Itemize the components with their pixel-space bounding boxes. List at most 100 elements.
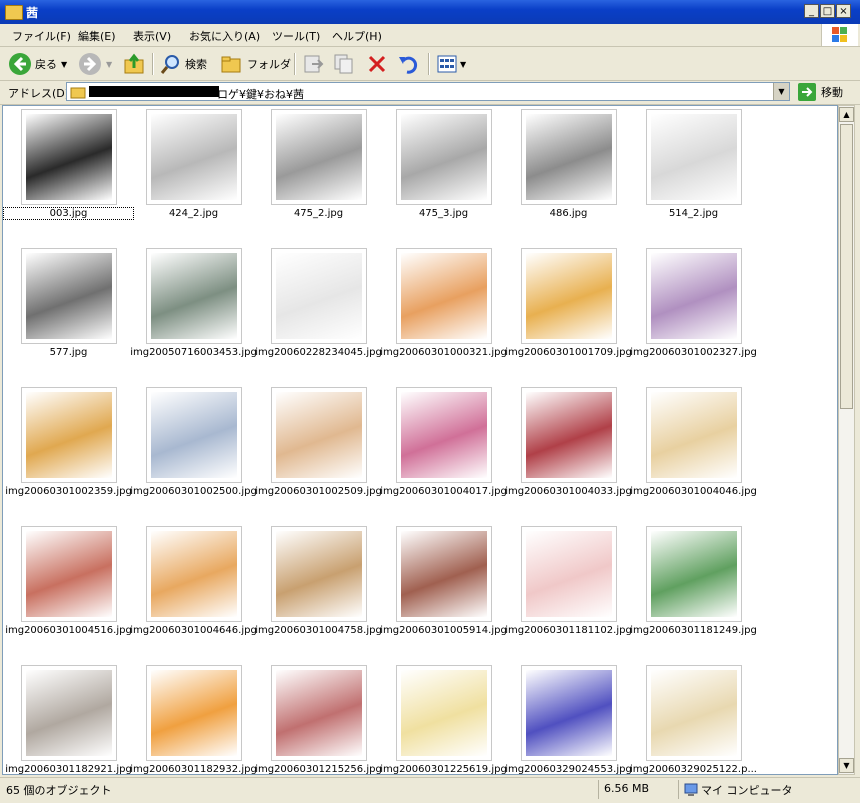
vertical-scrollbar[interactable]: ▲ ▼ bbox=[838, 105, 855, 775]
file-tile[interactable]: img20060301181102.jpg bbox=[504, 523, 633, 653]
thumbnail-image[interactable] bbox=[21, 387, 117, 483]
search-button[interactable]: 検索 bbox=[160, 52, 207, 76]
file-name[interactable]: img20060329025122.p... bbox=[629, 764, 758, 774]
file-tile[interactable]: img20060301181249.jpg bbox=[629, 523, 758, 653]
thumbnail-image[interactable] bbox=[646, 109, 742, 205]
thumbnail-image[interactable] bbox=[271, 665, 367, 761]
thumbnail-image[interactable] bbox=[521, 248, 617, 344]
file-name[interactable]: 514_2.jpg bbox=[629, 208, 758, 219]
menu-tools[interactable]: ツール(T) bbox=[272, 28, 320, 44]
file-tile[interactable]: img20060329024553.jpg bbox=[505, 662, 632, 774]
file-tile[interactable]: img20060301182932.jpg bbox=[129, 662, 258, 774]
thumbnail-image[interactable] bbox=[646, 665, 742, 761]
go-button[interactable]: 移動 bbox=[798, 83, 843, 101]
file-name[interactable]: img20050716003453.jpg bbox=[129, 347, 258, 358]
file-tile[interactable]: img20060301215256.jpg bbox=[254, 662, 383, 774]
file-name[interactable]: 475_3.jpg bbox=[379, 208, 508, 219]
file-tile[interactable]: 475_2.jpg bbox=[256, 106, 381, 236]
menu-edit[interactable]: 編集(E) bbox=[78, 28, 116, 44]
file-name[interactable]: img20060301004033.jpg bbox=[504, 486, 633, 497]
file-tile[interactable]: 003.jpg bbox=[3, 106, 134, 236]
thumbnail-image[interactable] bbox=[521, 665, 617, 761]
thumbnail-image[interactable] bbox=[646, 248, 742, 344]
thumbnail-image[interactable] bbox=[146, 665, 242, 761]
maximize-button[interactable]: □ bbox=[820, 4, 835, 18]
file-tile[interactable]: img20060301004033.jpg bbox=[504, 384, 633, 514]
file-tile[interactable]: img20050716003453.jpg bbox=[129, 245, 258, 375]
thumbnail-image[interactable] bbox=[271, 109, 367, 205]
file-name[interactable]: img20060301181249.jpg bbox=[629, 625, 758, 636]
file-name[interactable]: img20060301182932.jpg bbox=[129, 764, 258, 774]
scroll-thumb[interactable] bbox=[840, 124, 853, 409]
thumbnail-image[interactable] bbox=[146, 387, 242, 483]
file-name[interactable]: 486.jpg bbox=[504, 208, 633, 219]
file-tile[interactable]: img20060301002359.jpg bbox=[4, 384, 133, 514]
file-tile[interactable]: 475_3.jpg bbox=[381, 106, 506, 236]
file-tile[interactable]: img20060301002327.jpg bbox=[629, 245, 758, 375]
thumbnail-image[interactable] bbox=[21, 109, 117, 205]
file-name[interactable]: img20060301002509.jpg bbox=[254, 486, 383, 497]
thumbnail-image[interactable] bbox=[21, 526, 117, 622]
thumbnail-image[interactable] bbox=[521, 109, 617, 205]
thumbnail-image[interactable] bbox=[396, 665, 492, 761]
file-tile[interactable]: img20060301005914.jpg bbox=[379, 523, 508, 653]
file-tile[interactable]: img20060301000321.jpg bbox=[379, 245, 508, 375]
scroll-up-icon[interactable]: ▲ bbox=[839, 107, 854, 122]
menu-view[interactable]: 表示(V) bbox=[133, 28, 171, 44]
thumbnail-image[interactable] bbox=[146, 248, 242, 344]
file-name[interactable]: img20060301004646.jpg bbox=[129, 625, 258, 636]
forward-button[interactable]: ▼ bbox=[78, 52, 112, 76]
delete-button[interactable] bbox=[366, 52, 388, 76]
file-name[interactable]: img20060301000321.jpg bbox=[379, 347, 508, 358]
file-name[interactable]: img20060301005914.jpg bbox=[379, 625, 508, 636]
file-tile[interactable]: img20060329025122.p... bbox=[629, 662, 758, 774]
file-name[interactable]: img20060301004046.jpg bbox=[629, 486, 758, 497]
file-tile[interactable]: img20060301004017.jpg bbox=[379, 384, 508, 514]
file-name[interactable]: img20060301181102.jpg bbox=[504, 625, 633, 636]
file-view[interactable]: 003.jpg 424_2.jpg 475_2.jpg 475_3.jpg 486.jp… bbox=[2, 105, 838, 775]
file-tile[interactable]: img20060301002500.jpg bbox=[129, 384, 258, 514]
file-tile[interactable]: 424_2.jpg bbox=[131, 106, 256, 236]
file-name[interactable]: img20060228234045.jpg bbox=[254, 347, 383, 358]
back-button[interactable]: 戻る ▼ bbox=[8, 52, 67, 76]
thumbnail-image[interactable] bbox=[271, 248, 367, 344]
thumbnail-image[interactable] bbox=[396, 248, 492, 344]
file-name[interactable]: 424_2.jpg bbox=[129, 208, 258, 219]
file-tile[interactable]: img20060228234045.jpg bbox=[254, 245, 383, 375]
chevron-down-icon[interactable]: ▼ bbox=[460, 60, 466, 69]
file-name[interactable]: img20060301225619.jpg bbox=[379, 764, 508, 774]
thumbnail-image[interactable] bbox=[271, 526, 367, 622]
folders-button[interactable]: フォルダ bbox=[220, 52, 291, 76]
thumbnail-image[interactable] bbox=[21, 665, 117, 761]
thumbnail-image[interactable] bbox=[396, 526, 492, 622]
file-name[interactable]: img20060301215256.jpg bbox=[254, 764, 383, 774]
thumbnail-image[interactable] bbox=[146, 526, 242, 622]
thumbnail-image[interactable] bbox=[396, 109, 492, 205]
file-name[interactable]: 475_2.jpg bbox=[254, 208, 383, 219]
file-name[interactable]: img20060301004758.jpg bbox=[254, 625, 383, 636]
file-name[interactable]: img20060301004017.jpg bbox=[379, 486, 508, 497]
scroll-down-icon[interactable]: ▼ bbox=[839, 758, 854, 773]
file-name[interactable]: img20060301002327.jpg bbox=[629, 347, 758, 358]
file-name[interactable]: 003.jpg bbox=[3, 207, 134, 220]
file-tile[interactable]: img20060301004046.jpg bbox=[629, 384, 758, 514]
thumbnail-image[interactable] bbox=[521, 387, 617, 483]
menu-favorites[interactable]: お気に入り(A) bbox=[189, 28, 260, 44]
file-name[interactable]: 577.jpg bbox=[4, 347, 133, 358]
file-tile[interactable]: img20060301004516.jpg bbox=[4, 523, 133, 653]
file-name[interactable]: img20060301002500.jpg bbox=[129, 486, 258, 497]
file-tile[interactable]: 577.jpg bbox=[6, 245, 131, 375]
views-button[interactable]: ▼ bbox=[436, 52, 466, 76]
address-input[interactable]: ロゲ¥鍵¥おね¥茜 ▼ bbox=[66, 82, 790, 101]
thumbnail-image[interactable] bbox=[271, 387, 367, 483]
file-name[interactable]: img20060301001709.jpg bbox=[504, 347, 633, 358]
copy-to-button[interactable] bbox=[333, 52, 355, 76]
file-tile[interactable]: img20060301004758.jpg bbox=[254, 523, 383, 653]
menu-file[interactable]: ファイル(F) bbox=[12, 28, 71, 44]
thumbnail-image[interactable] bbox=[646, 526, 742, 622]
file-name[interactable]: img20060301004516.jpg bbox=[4, 625, 133, 636]
file-tile[interactable]: img20060301002509.jpg bbox=[254, 384, 383, 514]
file-name[interactable]: img20060301002359.jpg bbox=[4, 486, 133, 497]
file-tile[interactable]: img20060301225619.jpg bbox=[379, 662, 508, 774]
file-tile[interactable]: img20060301001709.jpg bbox=[504, 245, 633, 375]
